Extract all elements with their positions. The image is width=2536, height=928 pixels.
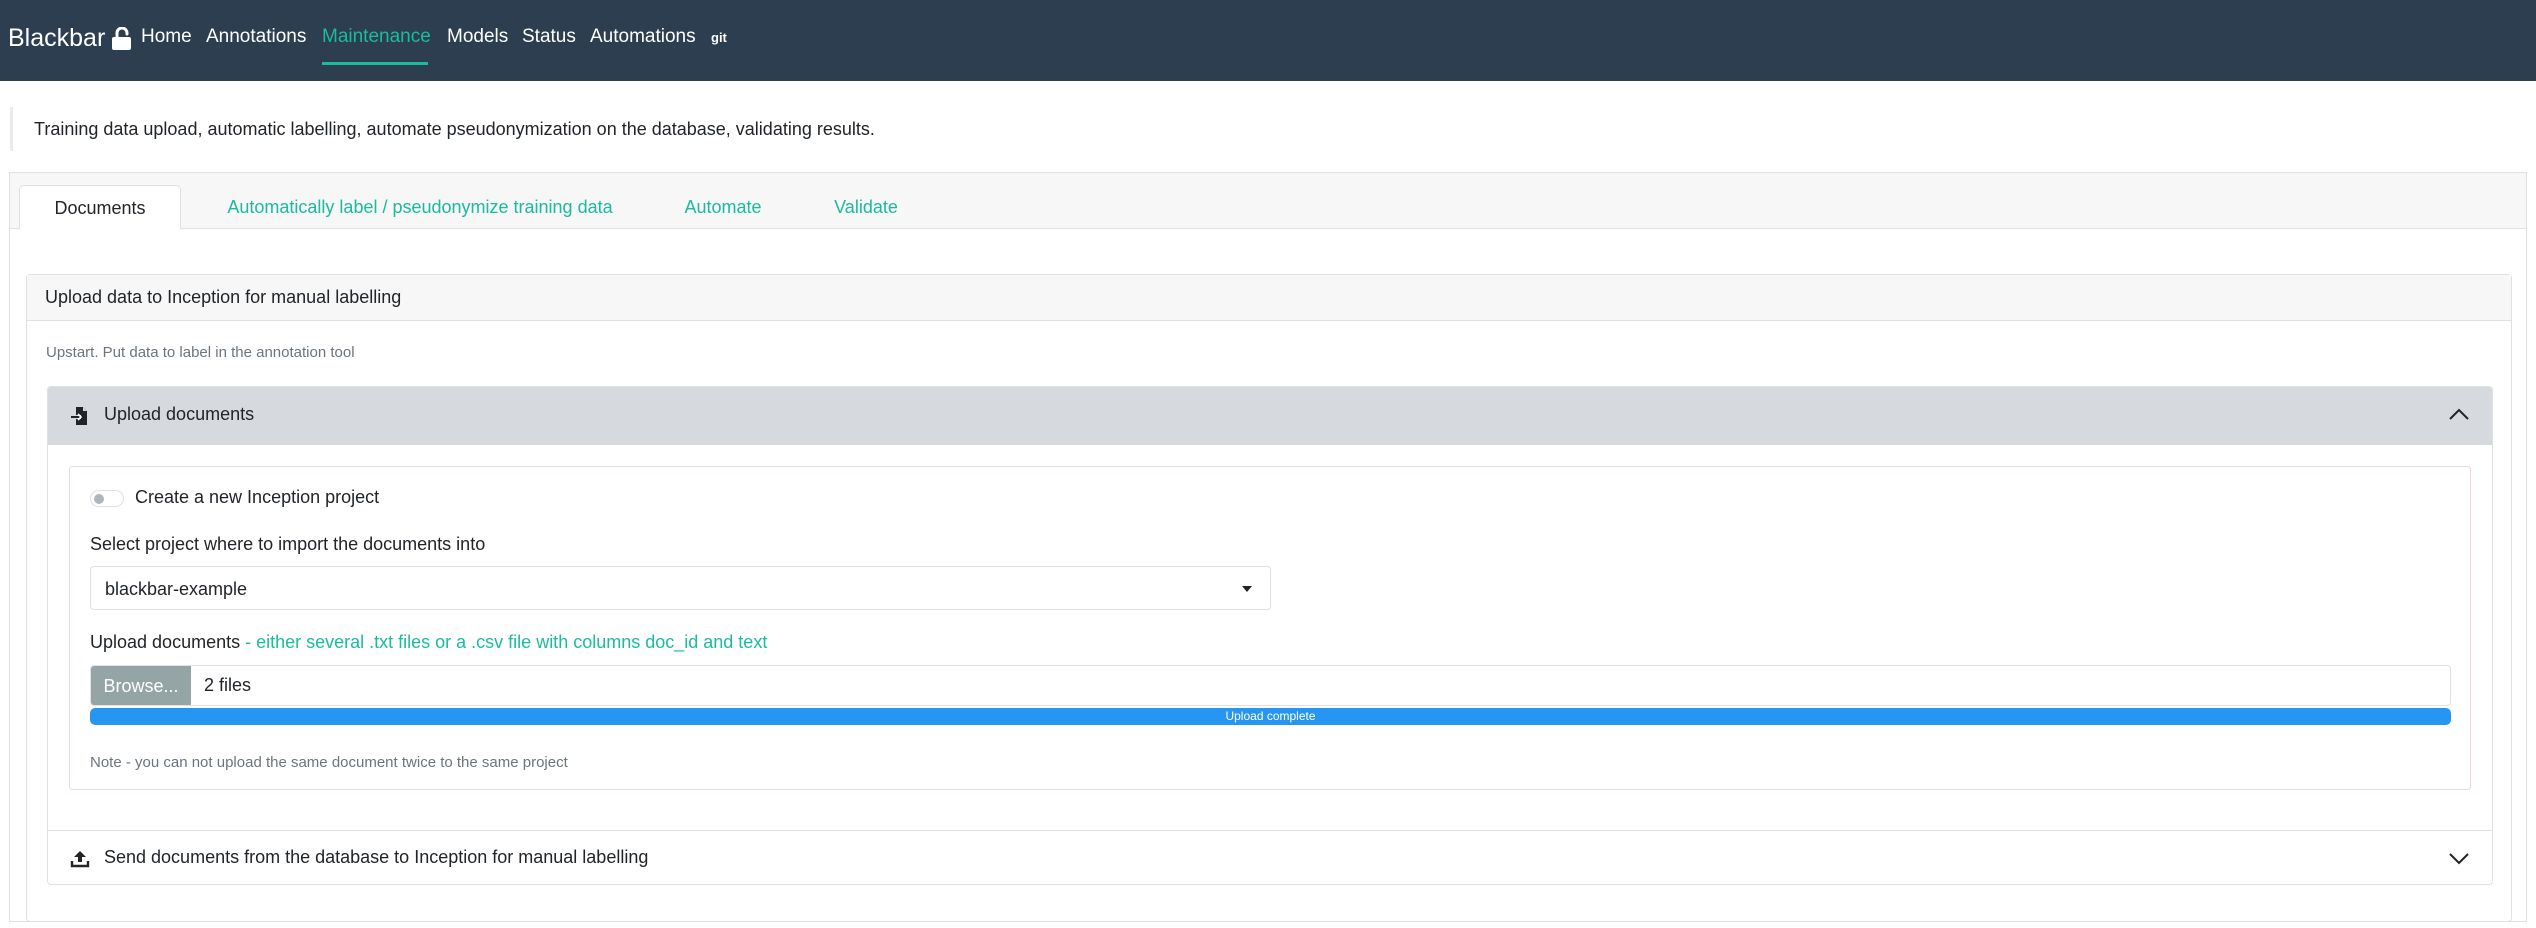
nav-automations[interactable]: Automations: [590, 26, 696, 48]
tab-auto-label[interactable]: Automatically label / pseudonymize train…: [204, 185, 636, 230]
upload-label: Upload documents - either several .txt f…: [90, 632, 767, 653]
project-select-value: blackbar-example: [105, 579, 248, 599]
nav-maintenance[interactable]: Maintenance: [322, 26, 431, 48]
caret-down-icon: [1242, 586, 1252, 592]
card-header: Upload data to Inception for manual labe…: [27, 275, 2511, 321]
nav-status[interactable]: Status: [522, 26, 576, 48]
card-title: Upload data to Inception for manual labe…: [45, 287, 402, 307]
file-input-value[interactable]: 2 files: [204, 675, 251, 696]
nav-home[interactable]: Home: [141, 26, 192, 48]
accordion-upload-documents-header[interactable]: Upload documents: [48, 387, 2492, 445]
accordion-upload-documents-body: Create a new Inception project Select pr…: [69, 466, 2471, 790]
lock-open-icon: [112, 26, 132, 50]
upload-progress: Upload complete: [90, 708, 2451, 725]
brand[interactable]: Blackbar: [8, 24, 133, 53]
upload-note: Note - you can not upload the same docum…: [90, 754, 568, 771]
upload-label-main: Upload documents: [90, 632, 241, 652]
upload-card: Upload data to Inception for manual labe…: [26, 274, 2512, 922]
chevron-down-icon[interactable]: [2448, 852, 2470, 866]
create-project-toggle-label[interactable]: Create a new Inception project: [135, 487, 379, 508]
accordion-send-documents-header[interactable]: Send documents from the database to Ince…: [48, 830, 2492, 884]
nav-git[interactable]: git: [711, 30, 727, 45]
accordion: Upload documents Create a new Inception …: [47, 386, 2493, 885]
create-project-toggle[interactable]: [90, 490, 124, 507]
tab-documents[interactable]: Documents: [19, 185, 181, 230]
nav-active-indicator: [322, 62, 428, 65]
accordion-upload-documents-title[interactable]: Upload documents: [104, 404, 254, 425]
tab-validate[interactable]: Validate: [814, 185, 918, 230]
nav-annotations[interactable]: Annotations: [206, 26, 306, 48]
project-select-label: Select project where to import the docum…: [90, 534, 486, 554]
tab-automate[interactable]: Automate: [664, 185, 782, 230]
file-input-group[interactable]: Browse... 2 files: [90, 665, 2451, 706]
card-subtitle: Upstart. Put data to label in the annota…: [46, 344, 355, 361]
nav-models[interactable]: Models: [447, 26, 508, 48]
project-select[interactable]: blackbar-example: [90, 566, 1271, 610]
upload-progress-bar: Upload complete: [90, 708, 2451, 725]
upload-label-hint: - either several .txt files or a .csv fi…: [240, 632, 768, 652]
chevron-up-icon[interactable]: [2448, 407, 2470, 421]
navbar: Blackbar Home Annotations Maintenance Mo…: [0, 0, 2536, 81]
file-import-icon: [71, 407, 87, 425]
brand-name[interactable]: Blackbar: [8, 24, 105, 53]
intro-text: Training data upload, automatic labellin…: [34, 119, 875, 139]
intro-block: Training data upload, automatic labellin…: [10, 107, 875, 151]
upload-icon: [70, 851, 90, 868]
browse-button[interactable]: Browse...: [91, 666, 191, 705]
accordion-send-documents-title[interactable]: Send documents from the database to Ince…: [104, 847, 648, 868]
tab-bar: Documents Automatically label / pseudony…: [10, 173, 2526, 230]
